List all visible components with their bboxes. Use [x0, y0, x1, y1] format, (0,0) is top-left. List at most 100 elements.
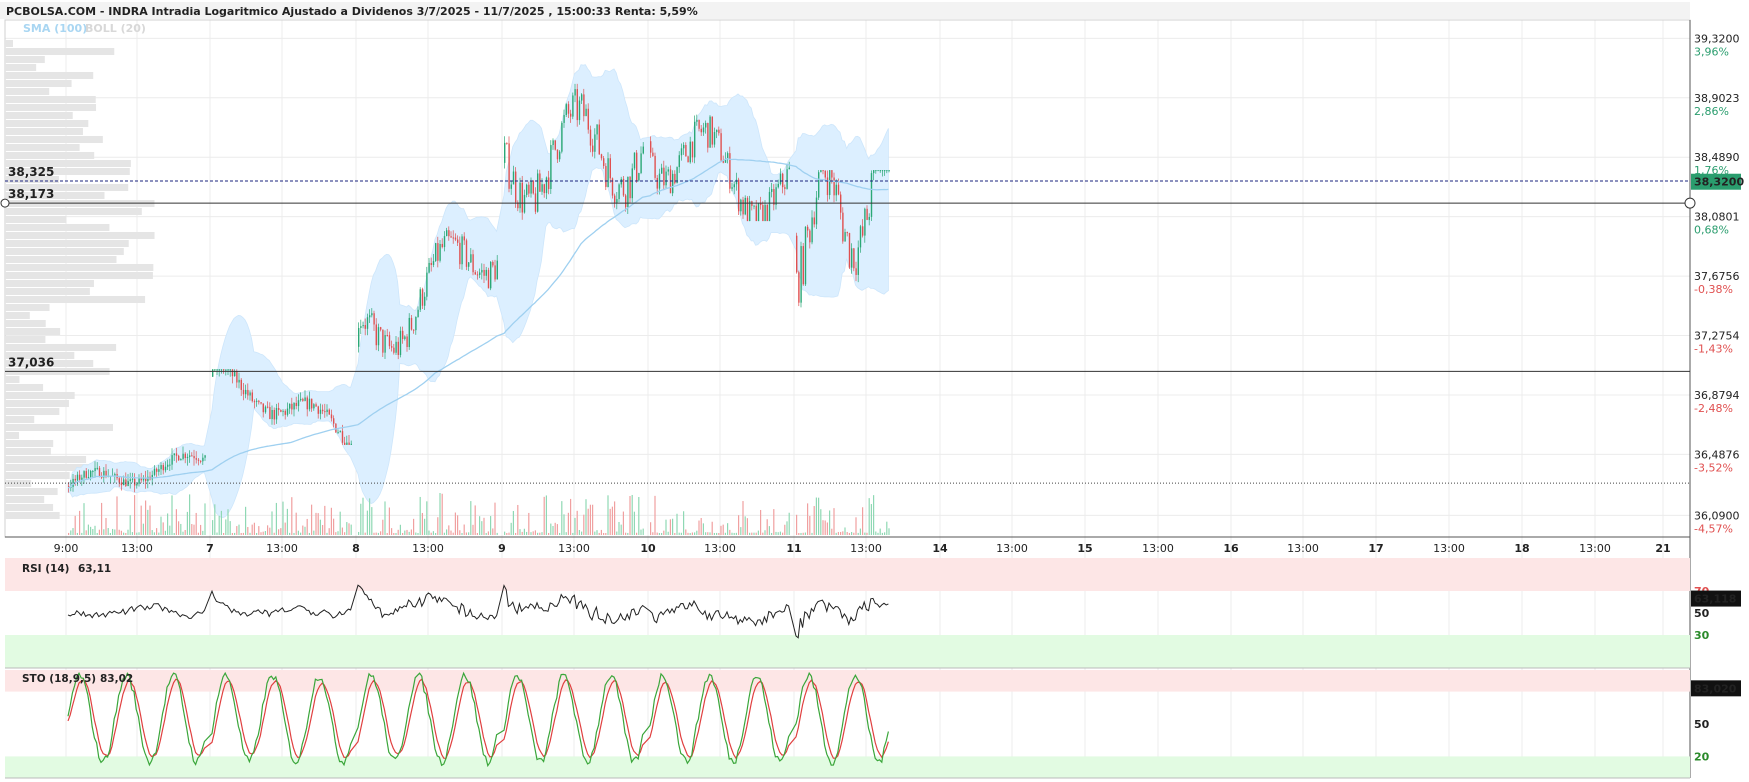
- volume-bar: [260, 532, 262, 535]
- candle-body: [90, 471, 92, 477]
- candle-body: [642, 146, 644, 154]
- candle-body: [324, 411, 326, 413]
- candle-body: [694, 121, 696, 158]
- candle-body: [380, 327, 382, 330]
- volume-bar: [90, 526, 92, 535]
- candle-body: [76, 474, 79, 481]
- volume-bar: [855, 517, 857, 535]
- candle-body: [81, 477, 83, 480]
- candle-body: [528, 184, 530, 194]
- volume-bar: [397, 529, 399, 535]
- volume-bar: [231, 532, 233, 535]
- volume-bar: [567, 512, 569, 535]
- candle-body: [322, 409, 324, 412]
- volume-profile-bar: [5, 392, 75, 399]
- x-tick-label: 7: [206, 542, 214, 555]
- volume-bar: [809, 515, 811, 535]
- x-tick-label: 13:00: [1287, 542, 1319, 555]
- volume-bar: [526, 531, 528, 535]
- y-tick-label: 38,9023: [1694, 92, 1740, 105]
- volume-bar: [178, 521, 180, 535]
- volume-profile-bar: [5, 128, 83, 135]
- volume-bar: [127, 529, 129, 535]
- volume-bar: [718, 532, 720, 535]
- candle-body: [744, 197, 746, 215]
- candle-body: [581, 94, 583, 101]
- volume-profile-bar: [5, 264, 154, 271]
- volume-bar: [691, 532, 693, 535]
- volume-bar: [888, 528, 890, 535]
- candle-body: [173, 453, 175, 456]
- volume-profile-bar: [5, 136, 103, 143]
- candle-body: [672, 173, 674, 194]
- volume-bar: [134, 495, 136, 535]
- candle-body: [404, 336, 406, 340]
- candle-body: [231, 369, 234, 377]
- candle-body: [258, 400, 260, 403]
- volume-bar: [162, 522, 164, 535]
- candle-body: [178, 455, 180, 461]
- volume-bar: [833, 508, 835, 535]
- volume-bar: [762, 532, 764, 535]
- volume-bar: [512, 510, 514, 535]
- candle-body: [809, 230, 811, 243]
- volume-bar: [140, 505, 142, 535]
- candle-body: [870, 173, 873, 217]
- volume-bar: [214, 504, 216, 535]
- candle-body: [234, 371, 236, 377]
- candle-body: [735, 179, 738, 185]
- volume-bar: [746, 518, 748, 535]
- sto-title: STO (18,9,5): [22, 673, 96, 685]
- volume-bar: [417, 533, 419, 535]
- candle-body: [424, 296, 426, 306]
- volume-bar: [820, 509, 822, 535]
- y-tick-pct: 0,68%: [1694, 224, 1729, 237]
- candle-body: [474, 272, 476, 275]
- volume-bar: [640, 529, 642, 535]
- candle-body: [118, 478, 120, 483]
- volume-bar: [83, 503, 85, 535]
- volume-bar: [722, 524, 724, 535]
- candle-body: [605, 165, 607, 188]
- candle-body: [570, 113, 572, 117]
- volume-bar: [284, 522, 286, 535]
- volume-bar: [109, 532, 111, 535]
- volume-bar: [523, 528, 525, 535]
- candle-body: [160, 465, 162, 470]
- candle-body: [470, 254, 472, 263]
- volume-bar: [218, 515, 220, 535]
- candle-body: [360, 326, 362, 329]
- candle-body: [600, 154, 603, 159]
- volume-bar: [103, 529, 105, 535]
- candle-body: [868, 216, 870, 220]
- candle-body: [120, 482, 123, 486]
- candle-body: [319, 409, 322, 414]
- candle-body: [687, 156, 689, 163]
- volume-bar: [716, 532, 718, 535]
- candle-body: [515, 171, 517, 203]
- candle-body: [683, 144, 685, 149]
- volume-bar: [829, 510, 831, 535]
- candle-body: [534, 193, 537, 212]
- candle-body: [186, 456, 189, 459]
- volume-bar: [435, 532, 437, 535]
- candle-body: [862, 226, 864, 236]
- volume-bar: [413, 518, 415, 535]
- volume-bar: [755, 532, 757, 535]
- candle-body: [833, 177, 835, 196]
- candle-body: [786, 169, 788, 189]
- candle-body: [406, 336, 408, 347]
- volume-bar: [687, 532, 689, 535]
- candle-body: [771, 189, 773, 192]
- candle-body: [661, 167, 663, 174]
- candle-body: [218, 369, 220, 371]
- candle-body: [837, 184, 840, 195]
- volume-bar: [576, 510, 578, 535]
- candle-body: [583, 94, 585, 117]
- y-tick-pct: -4,57%: [1694, 522, 1733, 535]
- volume-bar: [402, 533, 404, 535]
- candle-body: [300, 398, 302, 401]
- volume-bar: [559, 532, 561, 535]
- volume-profile-bar: [5, 344, 117, 351]
- volume-bar: [426, 501, 428, 535]
